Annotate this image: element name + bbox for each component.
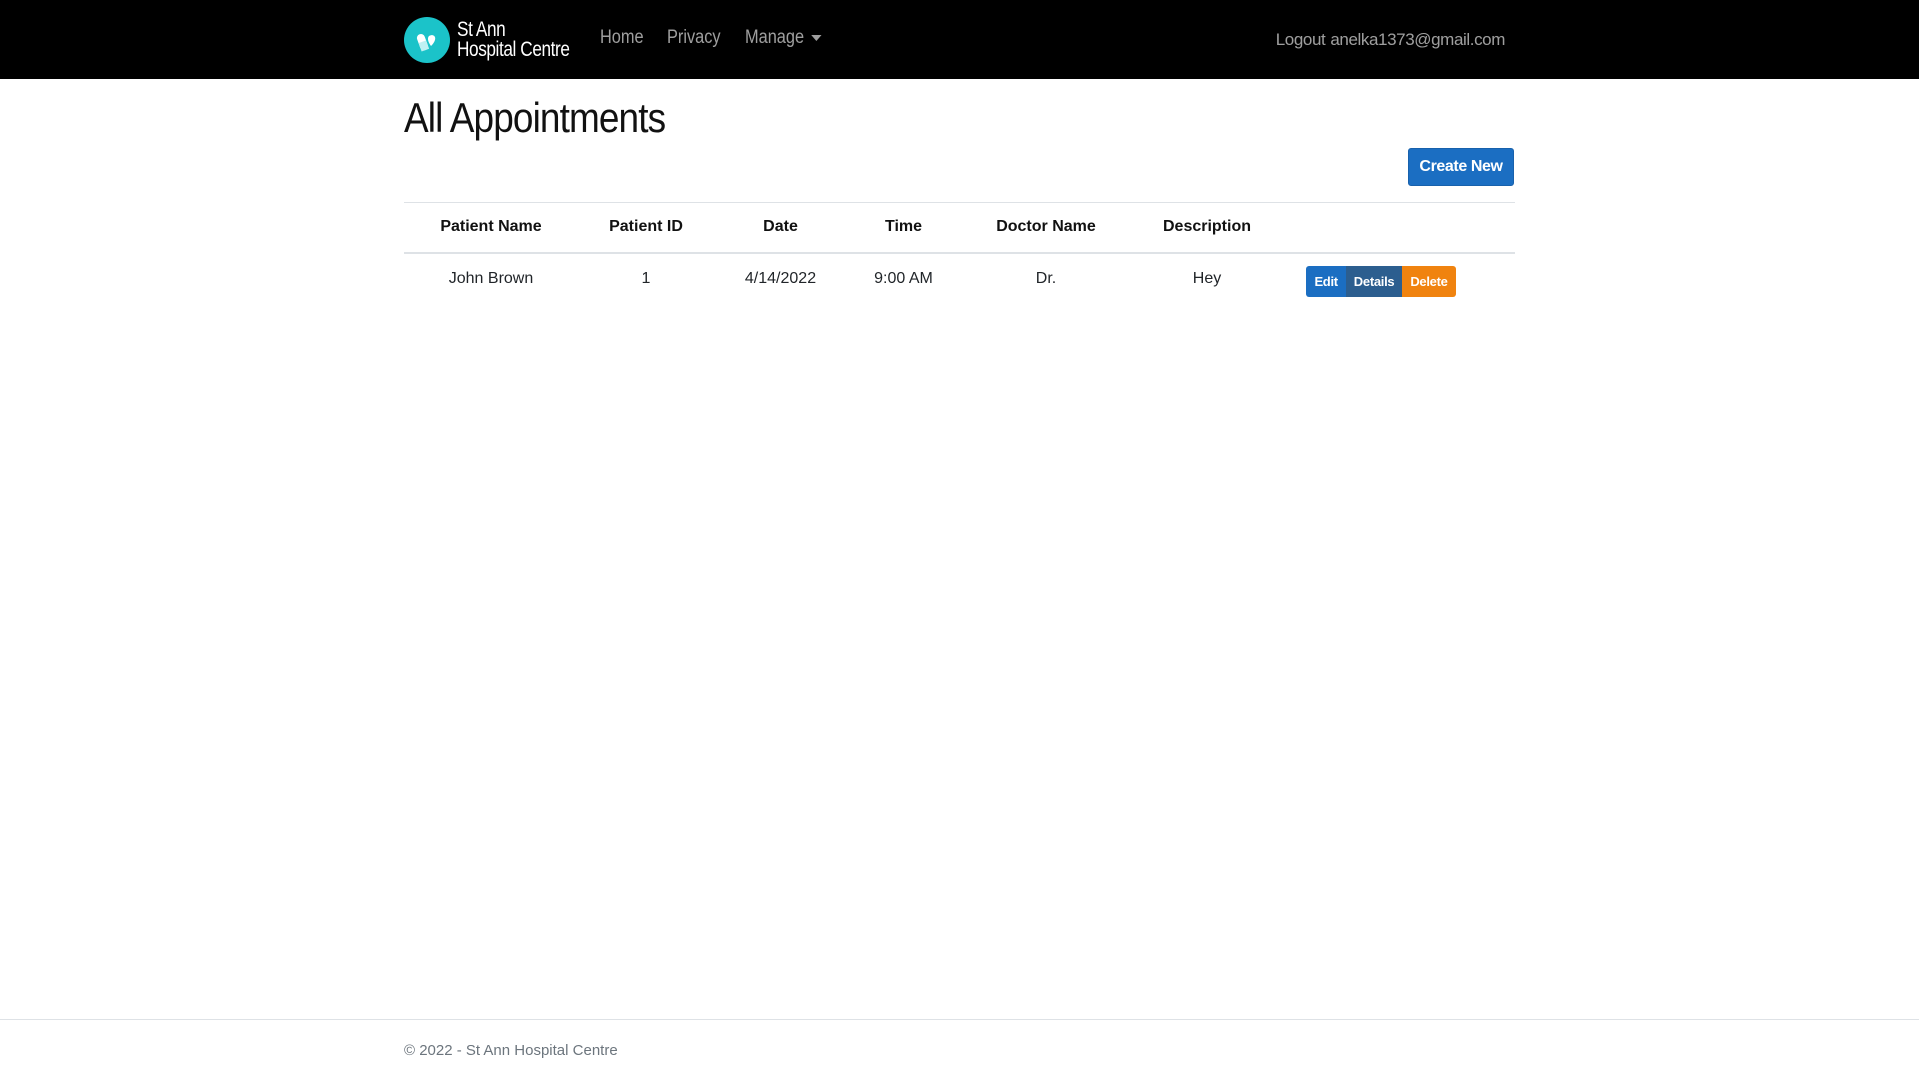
footer-copyright: © 2022 - St Ann Hospital Centre: [404, 1042, 618, 1059]
nav-privacy[interactable]: Privacy: [667, 27, 721, 49]
nav-manage-label: Manage: [744, 27, 805, 48]
header-actions: [1282, 202, 1515, 254]
appointments-table: Patient Name Patient ID Date Time Doctor…: [404, 202, 1515, 305]
navbar: St Ann Hospital Centre Home Privacy Mana…: [0, 0, 1919, 79]
cell-patient-id: 1: [641, 270, 651, 287]
nav-manage-dropdown[interactable]: Manage: [744, 27, 822, 49]
user-area: Logout anelka1373@gmail.com: [1276, 30, 1506, 50]
nav-links: Home Privacy Manage: [600, 27, 850, 49]
header-description: Description: [1132, 202, 1282, 254]
details-button[interactable]: Details: [1345, 266, 1403, 297]
cell-actions: Edit Details Delete: [1282, 253, 1515, 305]
edit-button[interactable]: Edit: [1306, 266, 1346, 297]
logout-link[interactable]: Logout: [1276, 30, 1326, 50]
header-doctor-name: Doctor Name: [960, 202, 1132, 254]
cell-doctor-name: Dr.: [1035, 270, 1057, 287]
header-patient-name: Patient Name: [404, 202, 578, 254]
user-email: anelka1373@gmail.com: [1330, 30, 1505, 49]
brand-name: St Ann Hospital Centre: [457, 19, 570, 61]
brand-line2: Hospital Centre: [457, 38, 570, 61]
header-patient-id: Patient ID: [578, 202, 714, 254]
page-title: All Appointments: [404, 94, 666, 141]
table-row: John Brown 1 4/14/2022 9:00 AM Dr. Hey E…: [404, 253, 1515, 305]
delete-button[interactable]: Delete: [1402, 266, 1456, 297]
row-actions: Edit Details Delete: [1306, 266, 1456, 297]
cell-date: 4/14/2022: [744, 270, 817, 287]
create-new-button[interactable]: Create New: [1408, 148, 1514, 186]
header-date: Date: [714, 202, 847, 254]
pill-logo-icon: [404, 17, 450, 63]
nav-home[interactable]: Home: [600, 27, 644, 49]
cell-time: 9:00 AM: [874, 270, 933, 287]
cell-description: Hey: [1192, 270, 1222, 287]
brand-link[interactable]: St Ann Hospital Centre: [404, 17, 594, 63]
caret-down-icon: [810, 35, 822, 41]
table-header-row: Patient Name Patient ID Date Time Doctor…: [404, 202, 1515, 254]
footer: © 2022 - St Ann Hospital Centre: [0, 1019, 1919, 1080]
header-time: Time: [847, 202, 960, 254]
cell-patient-name: John Brown: [448, 270, 534, 287]
